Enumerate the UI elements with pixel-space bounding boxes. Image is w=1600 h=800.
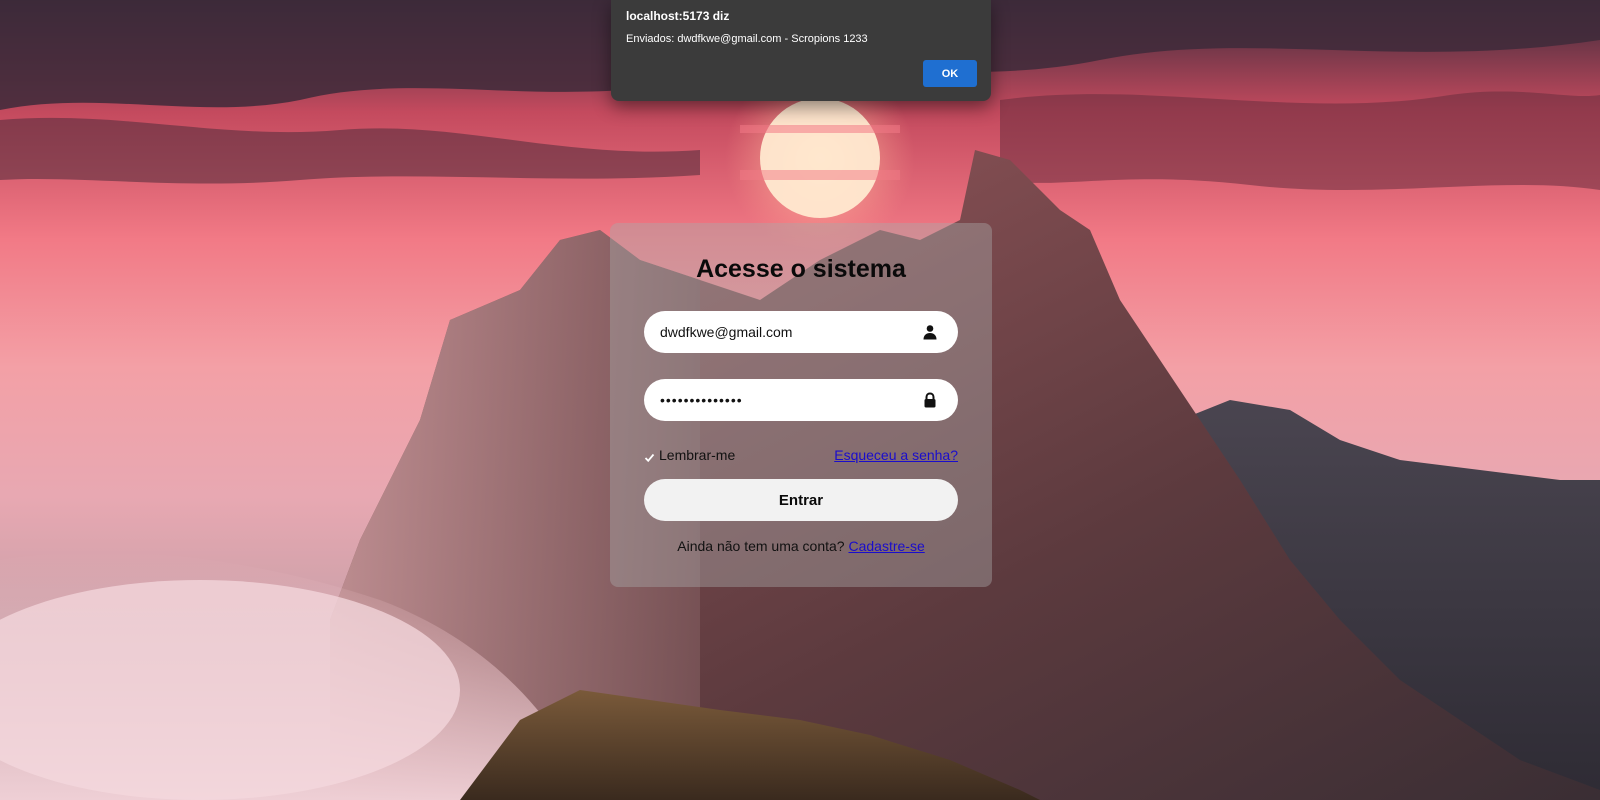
remember-me-label: Lembrar-me: [659, 447, 736, 463]
alert-ok-button[interactable]: OK: [923, 60, 977, 87]
signup-row: Ainda não tem uma conta? Cadastre-se: [610, 538, 992, 554]
email-field-wrapper: [644, 311, 958, 353]
alert-title: localhost:5173 diz: [626, 9, 730, 23]
forgot-password-link[interactable]: Esqueceu a senha?: [834, 447, 958, 463]
login-options-row: Lembrar-me Esqueceu a senha?: [644, 445, 958, 465]
checkmark-icon[interactable]: [644, 450, 655, 462]
login-page: localhost:5173 diz Enviados: dwdfkwe@gma…: [0, 0, 1600, 800]
login-card: Acesse o sistema dwdfkwe@gmail.com •••••…: [610, 223, 992, 587]
password-field-wrapper: [644, 379, 958, 421]
email-input[interactable]: [660, 311, 910, 353]
lock-icon: [922, 392, 938, 408]
remember-me-control[interactable]: Lembrar-me: [644, 447, 735, 463]
browser-alert-dialog: localhost:5173 diz Enviados: dwdfkwe@gma…: [611, 0, 991, 101]
submit-button[interactable]: Entrar: [644, 479, 958, 521]
user-icon: [922, 324, 938, 340]
alert-message: Enviados: dwdfkwe@gmail.com - Scropions …: [626, 33, 868, 45]
signup-link[interactable]: Cadastre-se: [848, 538, 924, 554]
password-input[interactable]: [660, 379, 910, 421]
signup-prompt: Ainda não tem uma conta?: [677, 538, 845, 554]
login-title: Acesse o sistema: [696, 255, 906, 283]
